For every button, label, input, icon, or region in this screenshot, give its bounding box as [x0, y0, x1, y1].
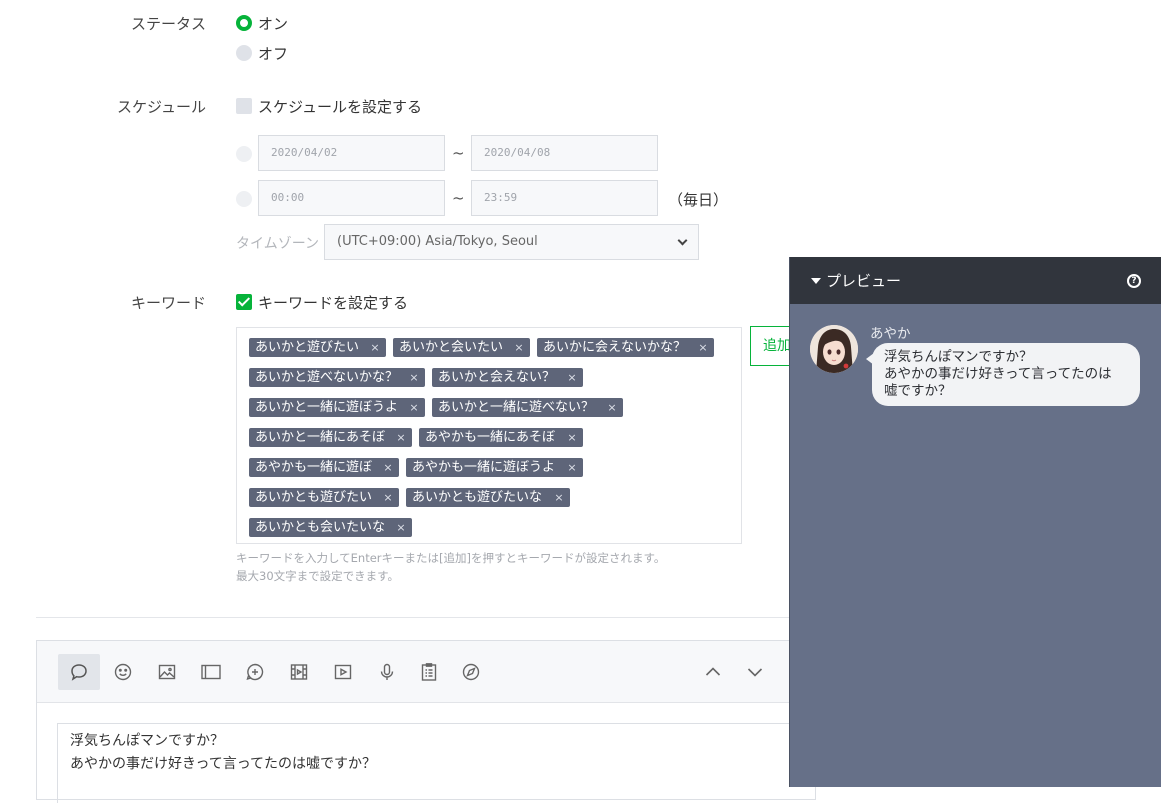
- message-line-2: あやかの事だけ好きって言ってたのは嘘ですか？: [70, 756, 377, 772]
- chevron-up-icon[interactable]: [692, 654, 734, 690]
- message-line-1: 浮気ちんぽマンですか？: [70, 733, 224, 749]
- keyword-tag: あいかと遊びたい ×: [249, 338, 386, 357]
- tag-remove-icon[interactable]: ×: [403, 398, 425, 417]
- keyword-tag-label: あいかとも会いたいな: [255, 520, 386, 535]
- tag-remove-icon[interactable]: ×: [692, 338, 714, 357]
- triangle-down-icon[interactable]: [811, 278, 821, 284]
- timezone-value: (UTC+09:00) Asia/Tokyo, Seoul: [337, 234, 538, 249]
- sticker-icon[interactable]: [234, 654, 276, 690]
- card-icon[interactable]: [190, 654, 232, 690]
- sender-name: あやか: [870, 326, 911, 342]
- bubble-line-3: 嘘ですか？: [884, 383, 952, 399]
- tag-remove-icon[interactable]: ×: [508, 338, 530, 357]
- keyword-tag-label: あいかと一緒にあそぼ: [255, 430, 386, 445]
- schedule-label: スケジュール: [117, 98, 206, 116]
- survey-icon[interactable]: [408, 654, 450, 690]
- tag-remove-icon[interactable]: ×: [561, 368, 583, 387]
- status-off-label: オフ: [258, 45, 289, 63]
- keyword-tag-label: あいかとも遊びたい: [255, 490, 373, 505]
- bubble-line-2: あやかの事だけ好きって言ってたのは: [884, 366, 1112, 382]
- schedule-date-radio[interactable]: [236, 146, 252, 162]
- keyword-tag-label: あいかと遊べないかな？: [255, 370, 399, 385]
- end-time-input[interactable]: 23:59: [471, 180, 658, 216]
- keyword-tag: あいかと会えない？ ×: [432, 368, 583, 387]
- keyword-tag: あやかも一緒に遊ぼ ×: [249, 458, 399, 477]
- keyword-tag: あいかとも会いたいな ×: [249, 518, 412, 537]
- keyword-tag-label: あやかも一緒にあそぼ: [425, 430, 556, 445]
- emoji-icon[interactable]: [102, 654, 144, 690]
- status-label: ステータス: [130, 15, 206, 33]
- message-bubble: 浮気ちんぽマンですか？ あやかの事だけ好きって言ってたのは 嘘ですか？: [866, 343, 1140, 406]
- keyword-tag-label: あいかとも遊びたいな: [412, 490, 543, 505]
- status-on-radio[interactable]: [236, 15, 252, 31]
- keyword-tag: あいかとも遊びたい ×: [249, 488, 399, 507]
- keyword-hint-line1: キーワードを入力してEnterキーまたは[追加]を押すとキーワードが設定されます…: [236, 551, 666, 565]
- keyword-tag-label: あいかと一緒に遊ぼうよ: [255, 400, 399, 415]
- end-date-input[interactable]: 2020/04/08: [471, 135, 658, 171]
- preview-title: プレビュー: [826, 272, 902, 290]
- chevron-down-icon[interactable]: [734, 654, 776, 690]
- keyword-tag-label: あやかも一緒に遊ぼうよ: [412, 460, 556, 475]
- keyword-tag: あいかとも遊びたいな ×: [406, 488, 570, 507]
- tag-remove-icon[interactable]: ×: [561, 458, 583, 477]
- message-editor: 浮気ちんぽマンですか？ あやかの事だけ好きって言ってたのは嘘ですか？: [36, 640, 817, 803]
- schedule-checkbox[interactable]: [236, 98, 252, 114]
- film-icon[interactable]: [278, 654, 320, 690]
- compass-icon[interactable]: [450, 654, 492, 690]
- status-on-label: オン: [258, 15, 289, 33]
- preview-header[interactable]: プレビュー ?: [790, 257, 1161, 304]
- keyword-tag: あやかも一緒に遊ぼうよ ×: [406, 458, 583, 477]
- tag-remove-icon[interactable]: ×: [548, 488, 570, 507]
- tag-remove-icon[interactable]: ×: [561, 428, 583, 447]
- keyword-label: キーワード: [130, 294, 206, 312]
- start-date-input[interactable]: 2020/04/02: [258, 135, 445, 171]
- keyword-tag: あいかと一緒に遊べない？ ×: [432, 398, 623, 417]
- tag-remove-icon[interactable]: ×: [377, 458, 399, 477]
- start-time-input[interactable]: 00:00: [258, 180, 445, 216]
- status-off-radio[interactable]: [236, 45, 252, 61]
- tag-remove-icon[interactable]: ×: [390, 518, 412, 537]
- schedule-checkbox-label: スケジュールを設定する: [258, 98, 422, 116]
- image-icon[interactable]: [146, 654, 188, 690]
- timezone-label: タイムゾーン :: [236, 236, 329, 252]
- video-icon[interactable]: [322, 654, 364, 690]
- keyword-tag-label: あいかと一緒に遊べない？: [438, 400, 595, 415]
- daily-label: （毎日）: [668, 191, 729, 209]
- keyword-tag-label: あやかも一緒に遊ぼ: [255, 460, 373, 475]
- bubble-line-1: 浮気ちんぽマンですか？: [884, 349, 1033, 365]
- keyword-tag: あいかに会えないかな？ ×: [537, 338, 714, 357]
- tag-remove-icon[interactable]: ×: [390, 428, 412, 447]
- tag-remove-icon[interactable]: ×: [377, 488, 399, 507]
- tag-remove-icon[interactable]: ×: [403, 368, 425, 387]
- keyword-checkbox[interactable]: [236, 294, 252, 310]
- mic-icon[interactable]: [366, 654, 408, 690]
- schedule-time-radio[interactable]: [236, 191, 252, 207]
- keyword-tag-label: あいかと会えない？: [438, 370, 556, 385]
- keyword-tag: あいかと会いたい ×: [393, 338, 530, 357]
- date-range-tilde: ~: [452, 144, 465, 162]
- keyword-tag: あいかと一緒に遊ぼうよ ×: [249, 398, 425, 417]
- keyword-tag-box[interactable]: あいかと遊びたい × あいかと会いたい × あいかに会えないかな？ × あいかと遊べな…: [236, 327, 742, 544]
- time-range-tilde: ~: [452, 189, 465, 207]
- message-textarea[interactable]: 浮気ちんぽマンですか？ あやかの事だけ好きって言ってたのは嘘ですか？: [57, 723, 817, 803]
- editor-toolbar: [37, 641, 815, 703]
- keyword-hint-line2: 最大30文字まで設定できます。: [236, 569, 399, 583]
- speech-bubble-icon[interactable]: [58, 654, 100, 690]
- keyword-tag: あやかも一緒にあそぼ ×: [419, 428, 583, 447]
- section-divider: [36, 617, 796, 618]
- help-icon[interactable]: ?: [1127, 274, 1141, 288]
- chevron-down-icon: [677, 235, 688, 246]
- tag-remove-icon[interactable]: ×: [601, 398, 623, 417]
- keyword-tag-label: あいかと遊びたい: [255, 340, 360, 355]
- keyword-tag: あいかと一緒にあそぼ ×: [249, 428, 412, 447]
- keyword-tag-label: あいかと会いたい: [399, 340, 504, 355]
- preview-panel: プレビュー ? あやか 浮気ちんぽマンですか？ あやかの事だけ好きって言ってたの…: [789, 257, 1161, 787]
- keyword-checkbox-label: キーワードを設定する: [258, 294, 409, 312]
- tag-remove-icon[interactable]: ×: [364, 338, 386, 357]
- keyword-tag: あいかと遊べないかな？ ×: [249, 368, 425, 387]
- avatar: [810, 325, 858, 373]
- keyword-tag-label: あいかに会えないかな？: [543, 340, 687, 355]
- timezone-select[interactable]: (UTC+09:00) Asia/Tokyo, Seoul: [324, 224, 699, 260]
